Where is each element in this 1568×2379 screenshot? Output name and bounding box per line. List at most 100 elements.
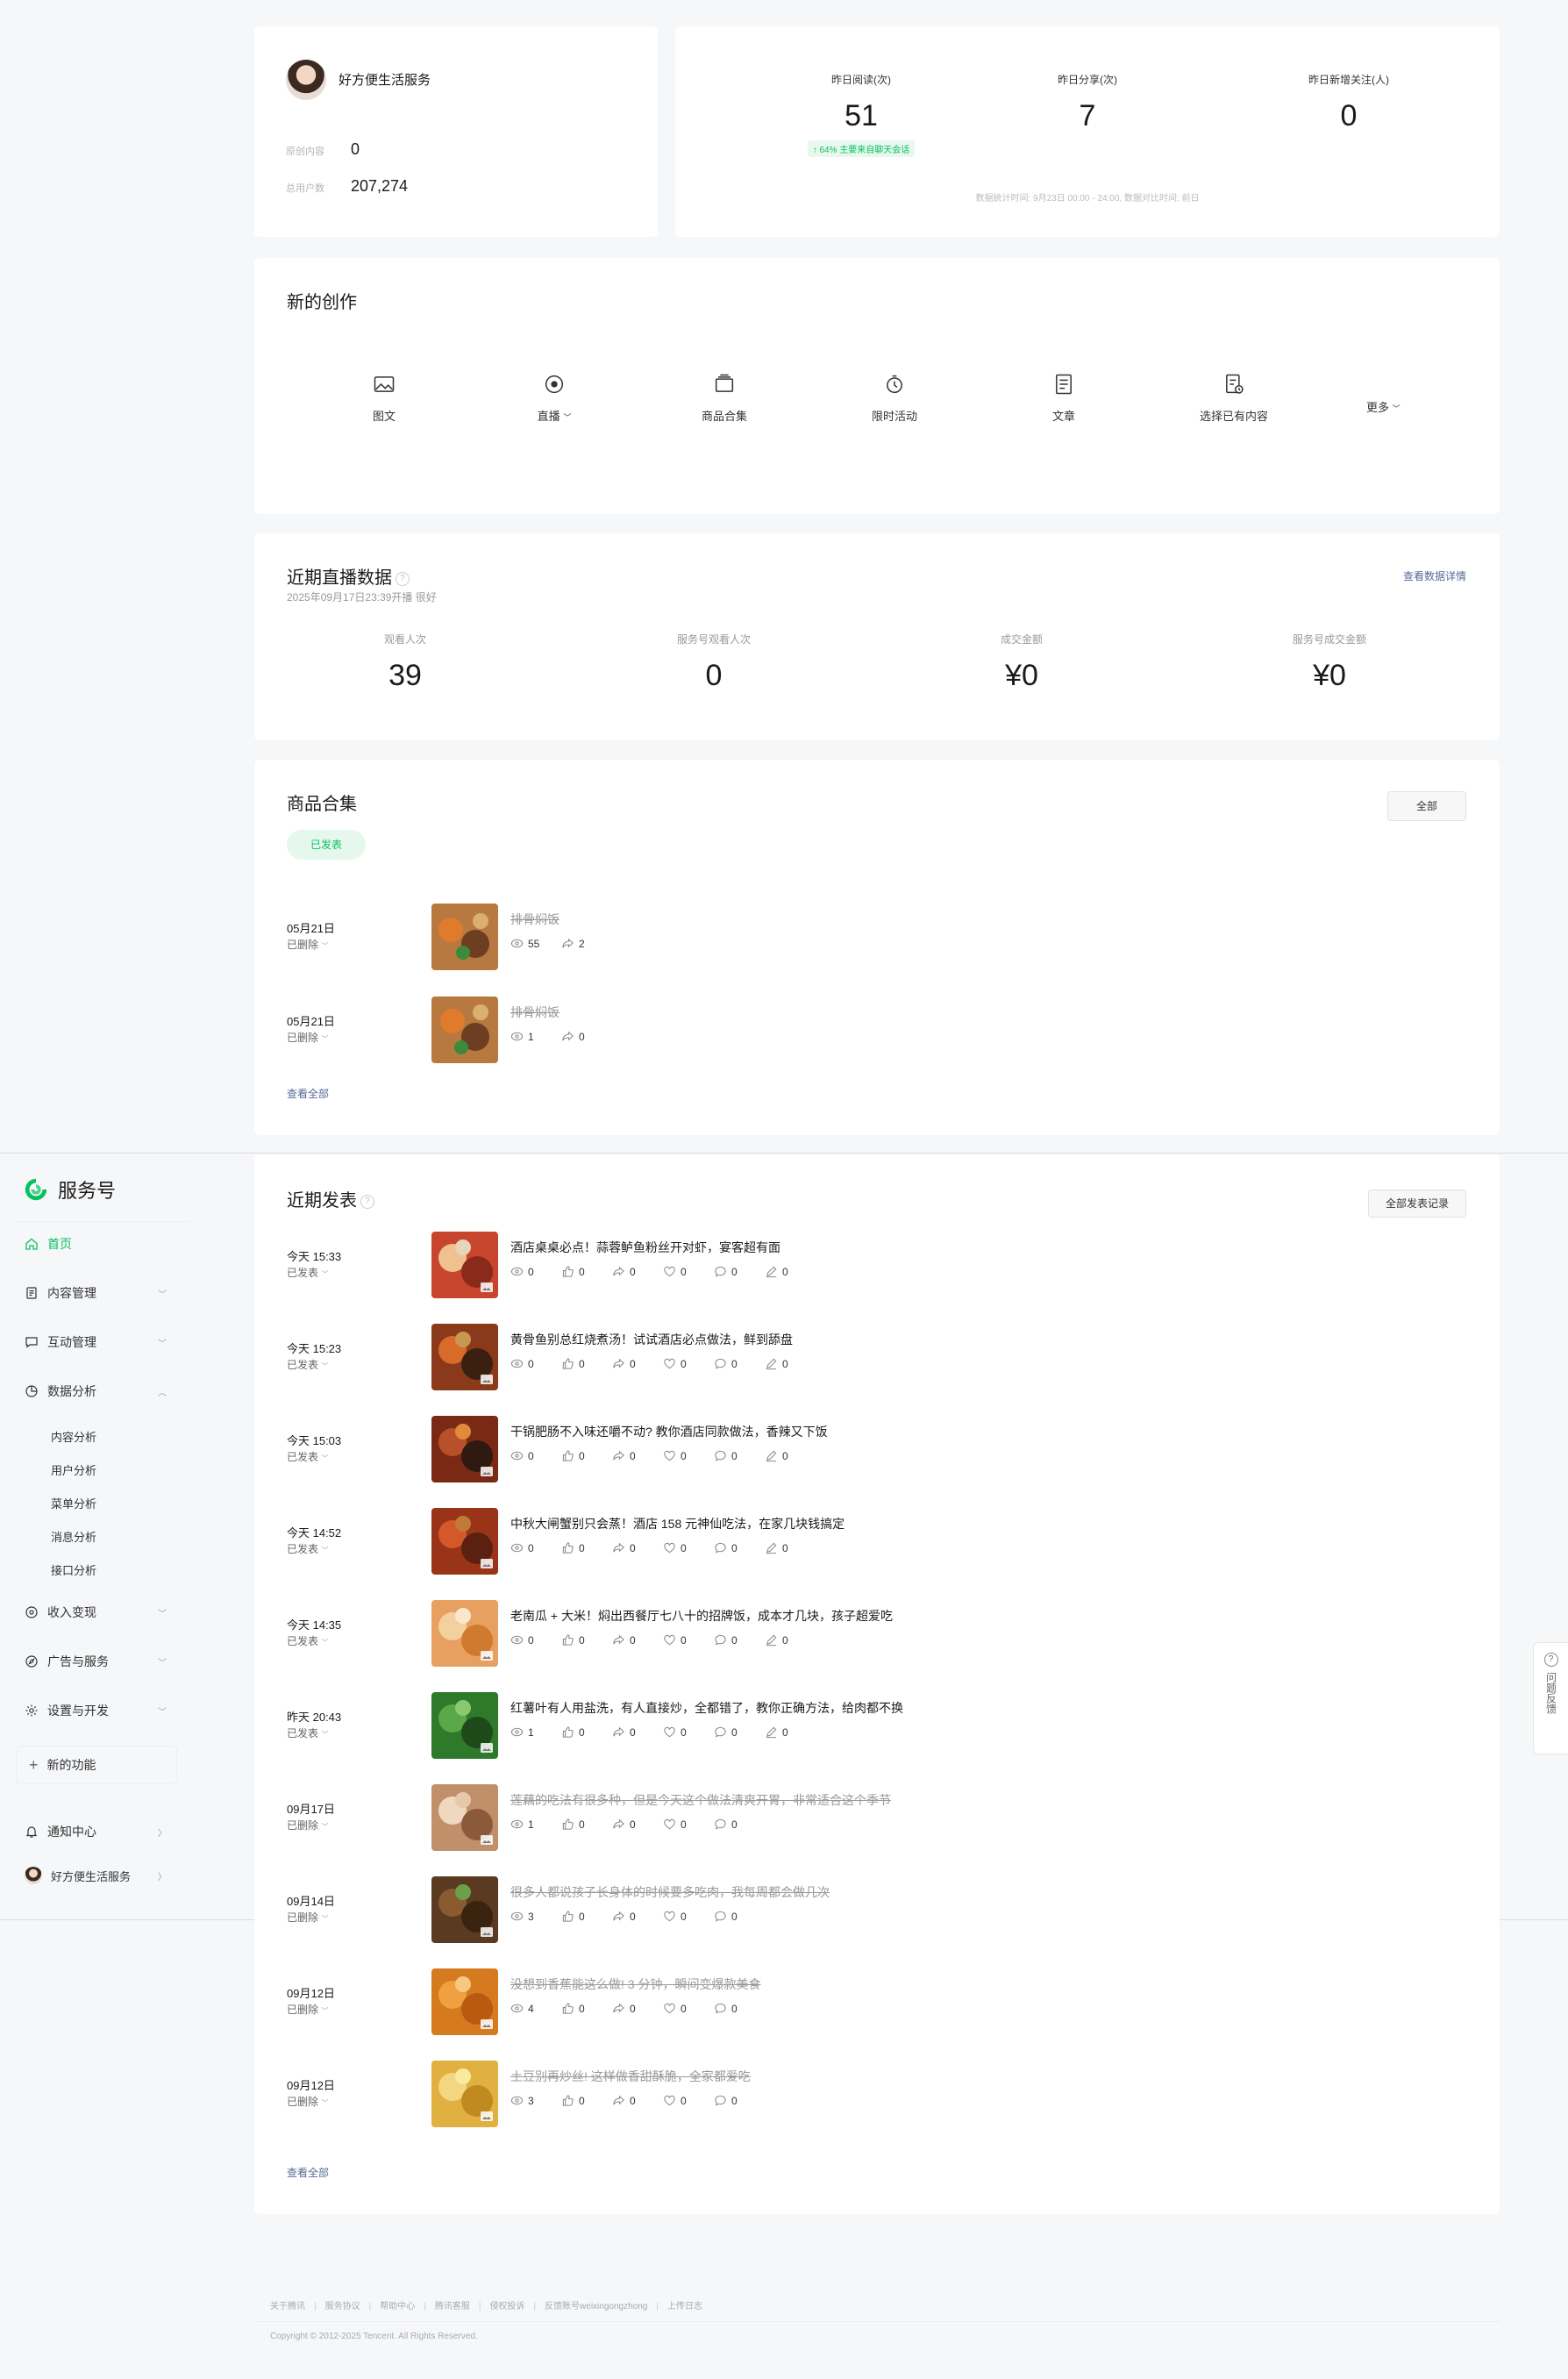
sidebar-label: 数据分析: [47, 1384, 96, 1398]
help-icon[interactable]: ?: [360, 1194, 374, 1209]
timer-icon: [887, 375, 902, 394]
shares-metric: 0: [612, 1541, 663, 1554]
view-data-detail-link[interactable]: 查看数据详情: [1403, 568, 1466, 583]
footer-link[interactable]: 关于腾讯: [270, 2302, 305, 2311]
post-state-dropdown[interactable]: 已删除 ﹀: [287, 2002, 328, 2017]
post-title[interactable]: 很多人都说孩子长身体的时候要多吃肉，我每周都会做几次: [510, 1883, 830, 1901]
footer-link[interactable]: 帮助中心: [380, 2302, 415, 2311]
post-title[interactable]: 酒店桌桌必点！蒜蓉鲈鱼粉丝开对虾，宴客超有面: [510, 1239, 780, 1256]
create-product-collection-button[interactable]: 商品合集: [654, 372, 795, 424]
shares-value: 0: [630, 1910, 636, 1923]
post-thumbnail[interactable]: [431, 1692, 498, 1759]
post-thumbnail[interactable]: [431, 2061, 498, 2127]
product-state-dropdown[interactable]: 已删除 ﹀: [287, 1030, 328, 1045]
stat-reads[interactable]: 昨日阅读(次) 51 ↑ 64% 主要来自聊天会话: [756, 72, 966, 157]
sidebar: 服务号 首页 内容管理 ﹀ 互动管理 ﹀ 数据分析 ︿ 内容分析 用户分析 菜单…: [0, 1151, 189, 1916]
recent-see-all-link[interactable]: 查看全部: [287, 2165, 329, 2180]
sidebar-sub-api-analysis[interactable]: 接口分析: [51, 1561, 96, 1578]
post-thumbnail[interactable]: [431, 1600, 498, 1667]
post-thumbnail[interactable]: [431, 1784, 498, 1851]
tab-published[interactable]: 已发表: [287, 830, 366, 860]
product-title[interactable]: 排骨焖饭: [510, 1004, 559, 1021]
sidebar-item-interaction[interactable]: 互动管理 ﹀: [25, 1333, 167, 1351]
footer-link[interactable]: 服务协议: [325, 2302, 360, 2311]
post-state-dropdown[interactable]: 已删除 ﹀: [287, 2094, 328, 2109]
post-date: 09月12日: [287, 2079, 335, 2092]
footer-link[interactable]: 反馈账号weixingongzhong: [545, 2302, 647, 2311]
post-state-dropdown[interactable]: 已发表 ﹀: [287, 1633, 328, 1648]
sidebar-item-content[interactable]: 内容管理 ﹀: [25, 1284, 167, 1302]
post-state-dropdown[interactable]: 已发表 ﹀: [287, 1725, 328, 1740]
sidebar-item-ads[interactable]: 广告与服务 ﹀: [25, 1653, 167, 1670]
favorites-value: 0: [681, 1357, 687, 1370]
product-title[interactable]: 排骨焖饭: [510, 911, 559, 928]
post-state-dropdown[interactable]: 已发表 ﹀: [287, 1357, 328, 1372]
post-date: 今天 15:23: [287, 1342, 342, 1355]
sidebar-sub-content-analysis[interactable]: 内容分析: [51, 1428, 96, 1445]
feedback-button[interactable]: ? 问题反馈: [1533, 1642, 1568, 1754]
product-thumbnail[interactable]: [431, 997, 498, 1063]
post-thumbnail[interactable]: [431, 1968, 498, 2035]
post-thumbnail[interactable]: [431, 1876, 498, 1943]
views-metric: 0: [510, 1633, 561, 1647]
sidebar-label: 内容管理: [47, 1286, 96, 1300]
sidebar-item-account[interactable]: 好方便生活服务 〉: [25, 1867, 167, 1884]
post-thumbnail[interactable]: [431, 1416, 498, 1482]
all-posts-record-button[interactable]: 全部发表记录: [1368, 1190, 1466, 1218]
thumb-up-icon: [562, 2095, 574, 2106]
account-name[interactable]: 好方便生活服务: [339, 70, 431, 89]
footer-link[interactable]: 腾讯客服: [435, 2302, 470, 2311]
sidebar-item-settings[interactable]: 设置与开发 ﹀: [25, 1702, 167, 1719]
comment-icon: [715, 1450, 726, 1461]
product-state-dropdown[interactable]: 已删除 ﹀: [287, 937, 328, 952]
products-see-all-link[interactable]: 查看全部: [287, 1086, 329, 1101]
account-avatar[interactable]: [286, 60, 326, 100]
live-stat-label: 成交金额: [1000, 633, 1043, 646]
post-thumbnail[interactable]: [431, 1232, 498, 1298]
sidebar-item-income[interactable]: 收入变现 ﹀: [25, 1604, 167, 1621]
post-thumbnail[interactable]: [431, 1324, 498, 1390]
post-title[interactable]: 黄骨鱼别总红烧煮汤！试试酒店必点做法，鲜到舔盘: [510, 1331, 793, 1348]
more-tools-dropdown[interactable]: 更多 ﹀: [1366, 398, 1401, 415]
stat-new-follows[interactable]: 昨日新增关注(人) 0: [1244, 72, 1454, 133]
create-image-post-button[interactable]: 图文: [314, 372, 454, 424]
sidebar-item-analytics[interactable]: 数据分析 ︿: [25, 1382, 167, 1400]
sidebar-sub-user-analysis[interactable]: 用户分析: [51, 1461, 96, 1478]
post-title[interactable]: 老南瓜 + 大米！焖出西餐厅七八十的招牌饭，成本才几块，孩子超爱吃: [510, 1607, 893, 1625]
choose-existing-content-button[interactable]: 选择已有内容: [1164, 372, 1304, 424]
sidebar-sub-menu-analysis[interactable]: 菜单分析: [51, 1495, 96, 1511]
likes-value: 0: [579, 1910, 585, 1923]
products-all-button[interactable]: 全部: [1387, 791, 1466, 821]
sidebar-sub-message-analysis[interactable]: 消息分析: [51, 1528, 96, 1545]
post-metrics: 0 0 0 0 0 0: [510, 1357, 816, 1370]
post-state-dropdown[interactable]: 已发表 ﹀: [287, 1541, 328, 1556]
post-title[interactable]: 中秋大闸蟹别只会蒸！酒店 158 元神仙吃法，在家几块钱搞定: [510, 1515, 845, 1532]
post-title[interactable]: 莲藕的吃法有很多种，但是今天这个做法清爽开胃，非常适合这个季节: [510, 1791, 891, 1809]
post-title[interactable]: 没想到香蕉能这么做! 3 分钟，瞬间变爆款美食: [510, 1975, 760, 1993]
footer-link[interactable]: 侵权投诉: [489, 2302, 524, 2311]
post-row: 今天 15:23 已发表 ﹀ 黄骨鱼别总红烧煮汤！试试酒店必点做法，鲜到舔盘 0…: [254, 1324, 1500, 1394]
post-state-dropdown[interactable]: 已发表 ﹀: [287, 1449, 328, 1464]
footer-link[interactable]: 上传日志: [667, 2302, 702, 2311]
sidebar-item-notifications[interactable]: 通知中心 〉: [25, 1823, 167, 1840]
product-thumbnail[interactable]: [431, 904, 498, 970]
create-live-button[interactable]: 直播 ﹀: [484, 372, 624, 424]
post-title[interactable]: 土豆别再炒丝! 这样做香甜酥脆，全家都爱吃: [510, 2068, 751, 2085]
notes-value: 0: [782, 1265, 788, 1278]
brand-logo[interactable]: 服务号: [23, 1175, 116, 1204]
notes-metric: 0: [765, 1725, 816, 1739]
post-state-dropdown[interactable]: 已删除 ﹀: [287, 1818, 328, 1832]
post-state-dropdown[interactable]: 已删除 ﹀: [287, 1910, 328, 1925]
create-limited-event-button[interactable]: 限时活动: [824, 372, 965, 424]
sidebar-item-home[interactable]: 首页: [25, 1235, 165, 1253]
post-thumbnail[interactable]: [431, 1508, 498, 1575]
post-state-dropdown[interactable]: 已发表 ﹀: [287, 1265, 328, 1280]
new-features-button[interactable]: + 新的功能: [16, 1746, 177, 1784]
help-icon[interactable]: ?: [396, 571, 410, 586]
stat-shares[interactable]: 昨日分享(次) 7: [982, 72, 1193, 133]
post-title[interactable]: 干锅肥肠不入味还嚼不动? 教你酒店同款做法，香辣又下饭: [510, 1423, 828, 1440]
notes-value: 0: [782, 1357, 788, 1370]
create-article-button[interactable]: 文章: [994, 372, 1134, 424]
pen-icon: [766, 1634, 777, 1647]
post-title[interactable]: 红薯叶有人用盐洗，有人直接炒，全都错了，教你正确方法，给肉都不换: [510, 1699, 903, 1717]
